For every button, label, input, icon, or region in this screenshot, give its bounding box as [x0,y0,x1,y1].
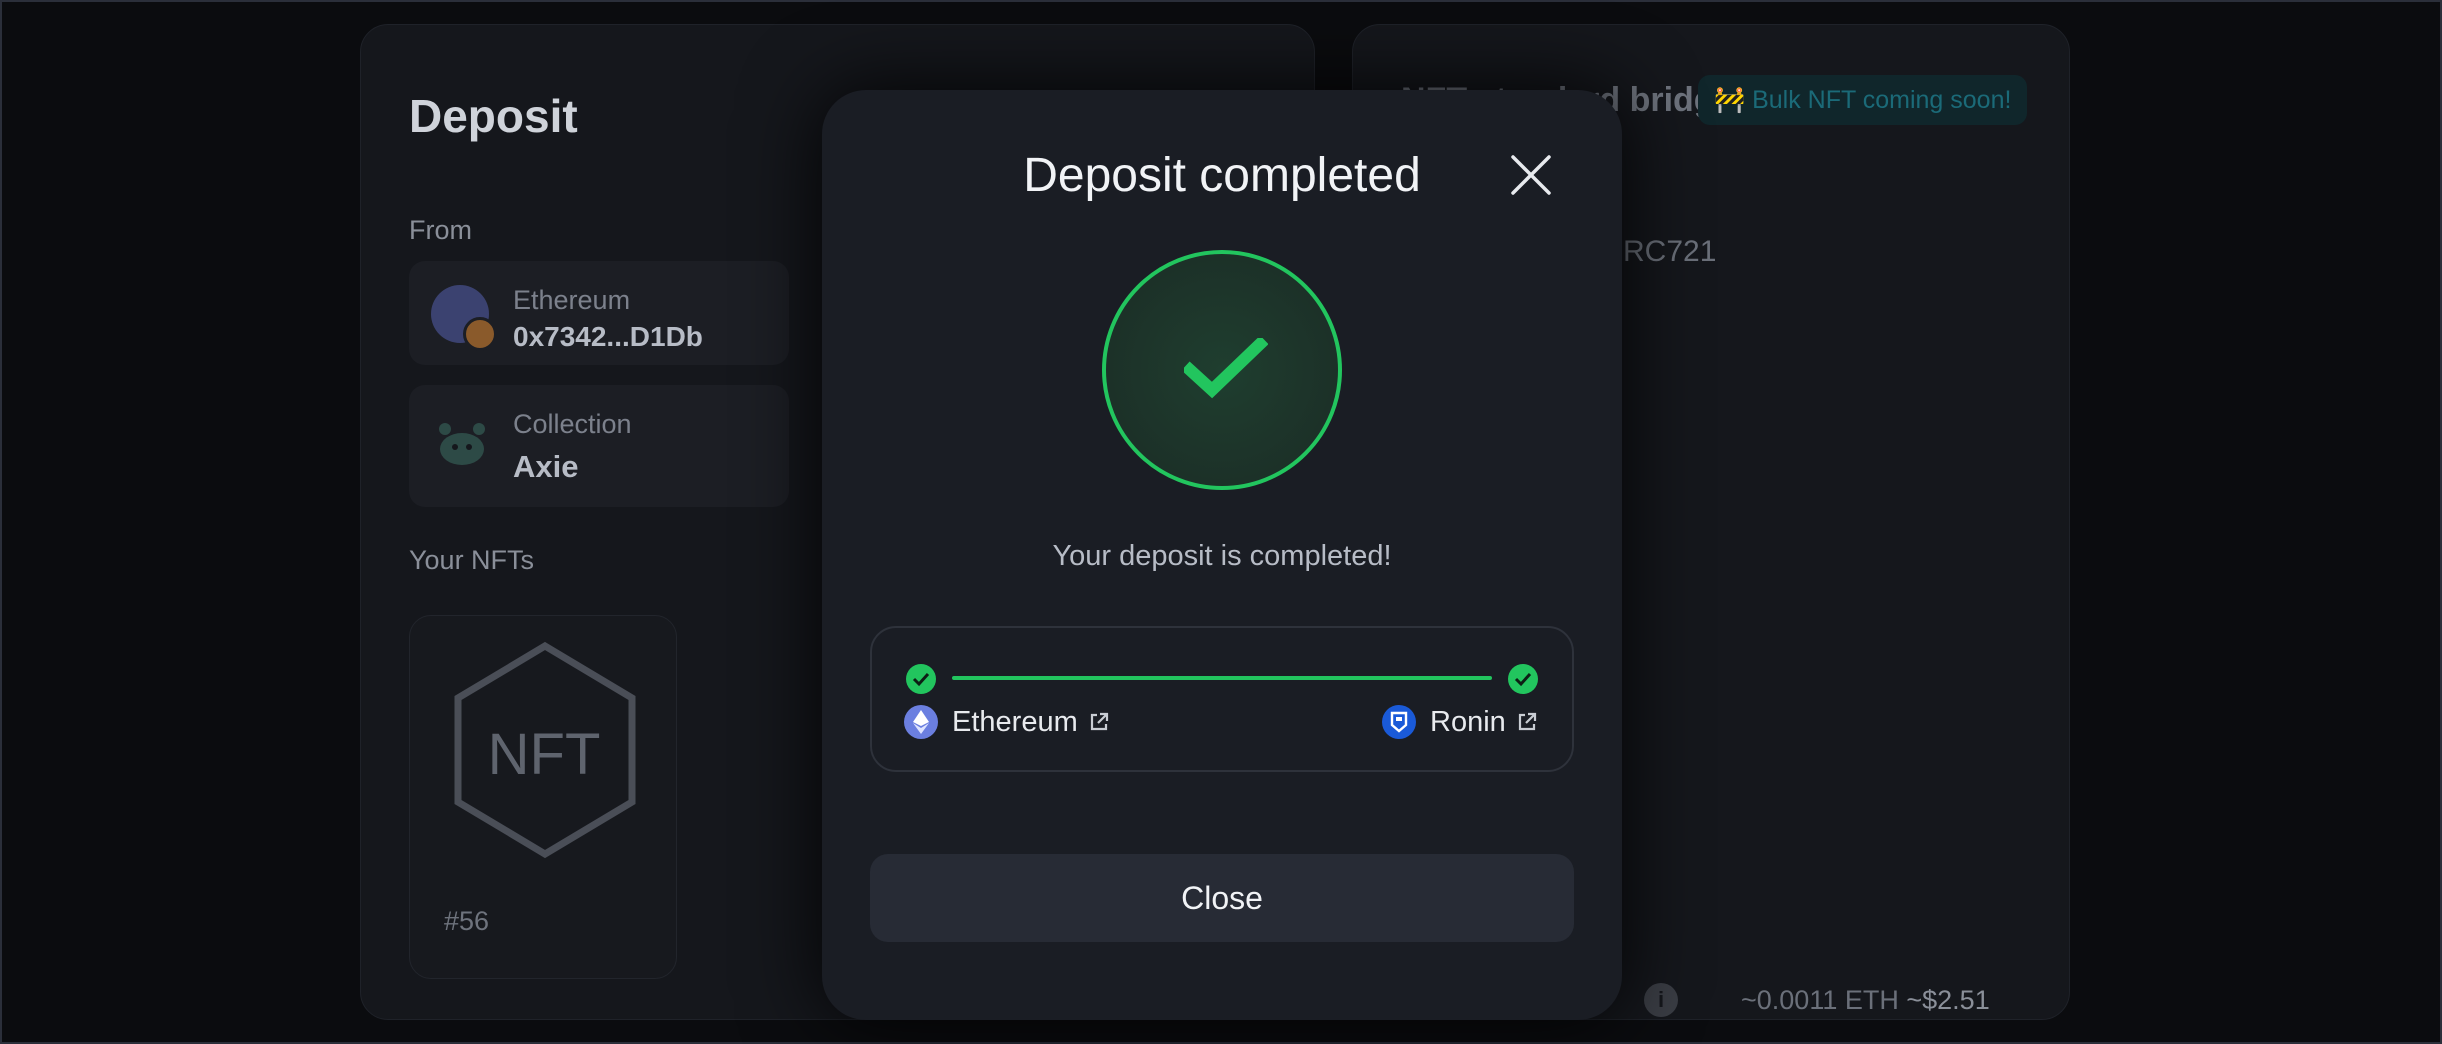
route-progress-line [952,676,1492,680]
from-chain-link[interactable]: Ethereum [904,704,1110,740]
ethereum-icon [904,705,938,739]
fee-eth: ~0.0011 ETH [1741,985,1899,1015]
your-nfts-label: Your NFTs [409,545,535,575]
fee-usd: ~$2.51 [1906,985,1990,1015]
external-link-icon [1090,712,1108,731]
deposit-title: Deposit [409,90,578,142]
to-check-icon [1508,664,1538,694]
from-label: From [409,215,472,245]
external-link-icon [1518,712,1536,731]
status-message: Your deposit is completed! [1052,540,1392,572]
ronin-icon [1382,705,1416,739]
nft-id: #56 [444,906,490,936]
to-chain-name: Ronin [1430,705,1506,738]
account-address: 0x7342...D1Db [513,321,703,352]
collection-selector[interactable]: Collection Axie [409,385,789,507]
collection-name: Axie [513,449,579,484]
close-button[interactable]: Close [870,854,1574,942]
success-indicator [1102,250,1342,490]
deposit-completed-modal: Deposit completed Your deposit is comple… [822,90,1622,1020]
from-chain-name: Ethereum [952,705,1078,738]
from-check-icon [906,664,936,694]
bulk-nft-badge: 🚧 Bulk NFT coming soon! [1698,75,2028,125]
to-chain-link[interactable]: Ronin [1382,704,1538,740]
nft-art-text: NFT [487,722,601,787]
close-icon[interactable] [1504,148,1558,202]
metamask-icon [463,317,497,351]
nft-card[interactable]: NFT #56 [409,615,677,979]
from-account-selector[interactable]: Ethereum 0x7342...D1Db [409,261,789,365]
modal-title: Deposit completed [1023,149,1421,202]
account-network: Ethereum [513,285,631,315]
axie-icon [439,423,485,465]
fee-value: ~0.0011 ETH ~$2.51 [1741,985,1990,1016]
info-icon[interactable]: i [1644,983,1678,1017]
collection-label: Collection [513,409,632,439]
check-icon [1184,338,1268,399]
bridge-route: Ethereum Ronin [870,626,1574,772]
